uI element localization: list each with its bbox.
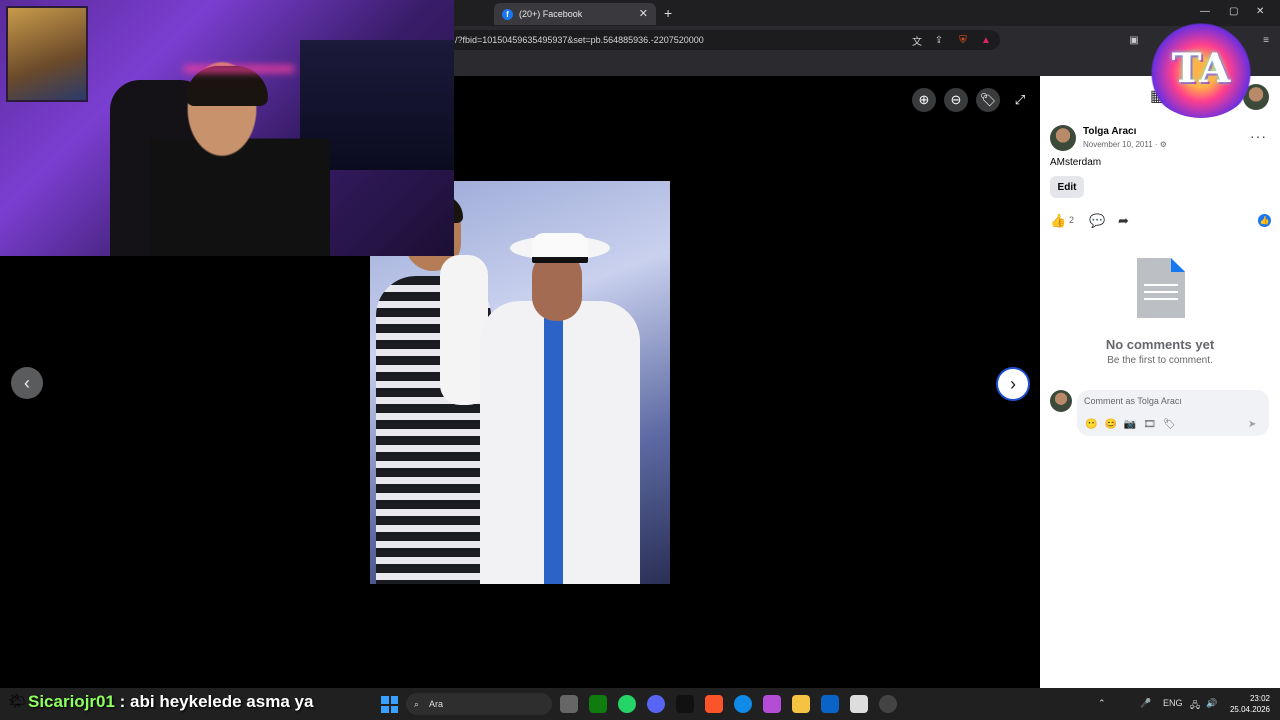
webcam-overlay	[0, 0, 454, 256]
no-comments-title: No comments yet	[1105, 337, 1215, 352]
more-options-icon[interactable]: ···	[1250, 128, 1267, 144]
wall-painting	[6, 6, 88, 102]
tray-overflow-icon[interactable]: ⌃	[1098, 698, 1106, 709]
taskbar-search[interactable]: ⌕ Ara	[406, 693, 552, 715]
chat-text: : abi heykelede asma ya	[114, 692, 314, 711]
task-view-icon[interactable]	[560, 695, 578, 713]
no-comments-subtitle: Be the first to comment.	[1107, 355, 1213, 366]
discord-icon[interactable]	[647, 695, 665, 713]
next-photo-button[interactable]: ›	[996, 367, 1030, 401]
brave-browser-icon[interactable]	[705, 695, 723, 713]
maximize-button[interactable]: ▢	[1229, 6, 1238, 17]
zoom-in-icon[interactable]: ⊕	[912, 88, 936, 112]
previous-photo-button[interactable]: ‹	[11, 367, 43, 399]
facebook-icon: f	[502, 8, 513, 20]
sidebar-toggle-icon[interactable]: ▣	[1127, 33, 1141, 47]
language-indicator[interactable]: ENG	[1163, 698, 1183, 708]
streamer-hair	[186, 66, 268, 106]
post-caption: AMsterdam	[1050, 157, 1102, 168]
like-count[interactable]: 2	[1069, 215, 1074, 225]
clock[interactable]: 23:02 25.04.2026	[1222, 693, 1270, 715]
chat-message: Sicariojr01 : abi heykelede asma ya	[28, 692, 313, 712]
terminal-icon[interactable]	[676, 695, 694, 713]
edge-icon[interactable]	[734, 695, 752, 713]
minimize-button[interactable]: —	[1200, 6, 1210, 17]
file-explorer-icon[interactable]	[792, 695, 810, 713]
close-tab-icon[interactable]: ✕	[639, 7, 648, 20]
share-post-icon[interactable]: ➦	[1118, 213, 1129, 229]
photo-hat-crown	[532, 233, 588, 263]
document-lines-icon	[1144, 284, 1178, 304]
tab-facebook[interactable]: f (20+) Facebook ✕	[494, 3, 656, 25]
search-icon: ⌕	[414, 698, 420, 709]
author-avatar[interactable]	[1050, 125, 1076, 151]
obs-icon[interactable]	[879, 695, 897, 713]
share-icon[interactable]: ⇪	[932, 33, 946, 47]
zoom-out-icon[interactable]: ⊖	[944, 88, 968, 112]
edit-button[interactable]: Edit	[1050, 176, 1084, 198]
menu-icon[interactable]: ≡	[1259, 33, 1273, 47]
photo-wax-figure	[480, 301, 640, 584]
comment-icon[interactable]: 💬	[1089, 213, 1105, 229]
new-tab-button[interactable]: +	[664, 5, 672, 21]
whatsapp-icon[interactable]	[618, 695, 636, 713]
weather-icon: 🌤	[8, 693, 28, 710]
tag-icon[interactable]: 🏷	[976, 88, 1000, 112]
microphone-icon[interactable]: 🎤	[1140, 698, 1151, 709]
clock-date: 25.04.2026	[1229, 705, 1270, 714]
comment-toolbar-icons[interactable]: 😶😊📷🎞🏷	[1085, 419, 1183, 430]
brave-shield-icon[interactable]: ⛨	[956, 33, 970, 47]
led-light	[184, 66, 294, 72]
fullscreen-icon[interactable]: ⤢	[1008, 88, 1032, 112]
author-name[interactable]: Tolga Aracı	[1083, 126, 1136, 137]
copilot-icon[interactable]	[763, 695, 781, 713]
outlook-icon[interactable]	[821, 695, 839, 713]
chat-username: Sicariojr01	[28, 692, 115, 711]
post-date[interactable]: November 10, 2011 · ⚙	[1083, 140, 1167, 149]
tab-title: (20+) Facebook	[519, 9, 583, 19]
send-icon[interactable]: ➤	[1248, 419, 1256, 430]
channel-logo: TA	[1145, 18, 1257, 118]
windows-start-icon[interactable]	[381, 696, 398, 713]
close-window-button[interactable]: ✕	[1256, 6, 1264, 17]
like-reaction-icon: 👍	[1258, 214, 1271, 227]
translate-icon[interactable]: 文	[910, 33, 924, 48]
network-icon[interactable]: 🖧	[1190, 698, 1200, 714]
search-placeholder: Ara	[429, 699, 444, 709]
store-icon[interactable]	[850, 695, 868, 713]
commenter-avatar	[1050, 390, 1072, 412]
rewards-icon[interactable]: ▲	[979, 33, 993, 47]
clock-time: 23:02	[1249, 694, 1270, 703]
volume-icon[interactable]: 🔊	[1206, 698, 1217, 709]
xbox-icon[interactable]	[589, 695, 607, 713]
comment-placeholder[interactable]: Comment as Tolga Aracı	[1084, 396, 1182, 406]
like-icon[interactable]: 👍	[1050, 213, 1066, 229]
